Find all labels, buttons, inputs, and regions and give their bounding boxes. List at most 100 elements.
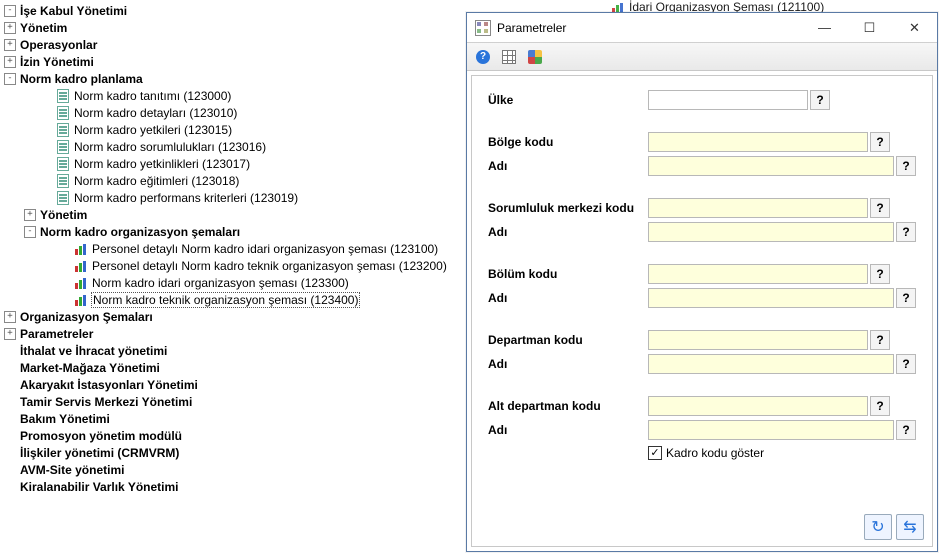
- resp-code-lookup-button[interactable]: ?: [870, 198, 890, 218]
- dept-name-input[interactable]: [648, 354, 894, 374]
- help-button[interactable]: [471, 46, 495, 68]
- tree-item-label: Bakım Yönetimi: [20, 412, 110, 426]
- tree-item-label: Norm kadro sorumlulukları (123016): [74, 140, 266, 154]
- tree-item-label: Tamir Servis Merkezi Yönetimi: [20, 395, 192, 409]
- tree-item-label: Norm kadro tanıtımı (123000): [74, 89, 231, 103]
- resp-code-input[interactable]: [648, 198, 868, 218]
- resp-name-lookup-button[interactable]: ?: [896, 222, 916, 242]
- chart-icon: [74, 259, 88, 273]
- dialog-title: Parametreler: [497, 21, 802, 35]
- tree-item-label: Norm kadro eğitimleri (123018): [74, 174, 239, 188]
- expander-placeholder: [4, 413, 16, 425]
- country-label: Ülke: [488, 93, 648, 107]
- tree-item-label: Yönetim: [40, 208, 87, 222]
- region-code-lookup-button[interactable]: ?: [870, 132, 890, 152]
- tree-item-label: AVM-Site yönetimi: [20, 463, 124, 477]
- expander-placeholder: [4, 396, 16, 408]
- section-name-input[interactable]: [648, 288, 894, 308]
- tree-item-label: Norm kadro yetkileri (123015): [74, 123, 232, 137]
- tree-item-label: Personel detaylı Norm kadro teknik organ…: [92, 259, 447, 273]
- expand-icon[interactable]: +: [4, 328, 16, 340]
- tree-item-label: Norm kadro idari organizasyon şeması (12…: [92, 276, 349, 290]
- dialog-toolbar: [467, 43, 937, 71]
- expand-icon[interactable]: +: [4, 39, 16, 51]
- run-icon: [528, 50, 542, 64]
- titlebar[interactable]: Parametreler — ☐ ✕: [467, 13, 937, 43]
- resp-name-input[interactable]: [648, 222, 894, 242]
- section-name-label: Adı: [488, 291, 648, 305]
- region-name-lookup-button[interactable]: ?: [896, 156, 916, 176]
- expander-placeholder: [4, 464, 16, 476]
- expander-placeholder: [40, 90, 52, 102]
- chart-icon: [74, 293, 88, 307]
- tree-item-label: Norm kadro teknik organizasyon şeması (1…: [92, 293, 359, 307]
- region-code-input[interactable]: [648, 132, 868, 152]
- tree-item-label: Akaryakıt İstasyonları Yönetimi: [20, 378, 198, 392]
- tree-item-label: Yönetim: [20, 21, 67, 35]
- help-icon: [476, 50, 490, 64]
- region-name-input[interactable]: [648, 156, 894, 176]
- show-code-checkbox[interactable]: ✓: [648, 446, 662, 460]
- expander-placeholder: [40, 141, 52, 153]
- expander-placeholder: [4, 481, 16, 493]
- tree-item-label: Organizasyon Şemaları: [20, 310, 153, 324]
- tree-item-label: Operasyonlar: [20, 38, 97, 52]
- tree-item-label: Kiralanabilir Varlık Yönetimi: [20, 480, 179, 494]
- section-code-input[interactable]: [648, 264, 868, 284]
- run-button[interactable]: [523, 46, 547, 68]
- expander-placeholder: [4, 379, 16, 391]
- section-name-lookup-button[interactable]: ?: [896, 288, 916, 308]
- document-icon: [56, 191, 70, 205]
- subdept-code-lookup-button[interactable]: ?: [870, 396, 890, 416]
- close-button[interactable]: ✕: [892, 13, 937, 42]
- region-code-label: Bölge kodu: [488, 135, 648, 149]
- document-icon: [56, 123, 70, 137]
- expander-placeholder: [40, 175, 52, 187]
- expand-icon[interactable]: +: [4, 22, 16, 34]
- subdept-code-input[interactable]: [648, 396, 868, 416]
- resp-code-label: Sorumluluk merkezi kodu: [488, 201, 648, 215]
- expander-placeholder: [4, 362, 16, 374]
- document-icon: [56, 174, 70, 188]
- subdept-name-lookup-button[interactable]: ?: [896, 420, 916, 440]
- section-code-lookup-button[interactable]: ?: [870, 264, 890, 284]
- tree-item-label: Norm kadro performans kriterleri (123019…: [74, 191, 298, 205]
- dept-code-lookup-button[interactable]: ?: [870, 330, 890, 350]
- dept-code-label: Departman kodu: [488, 333, 648, 347]
- tree-item-label: Norm kadro organizasyon şemaları: [40, 225, 240, 239]
- document-icon: [56, 157, 70, 171]
- app-icon: [475, 20, 491, 36]
- document-icon: [56, 106, 70, 120]
- form-area: Ülke ? Bölge kodu ? Adı ? Sorumluluk mer…: [471, 75, 933, 547]
- refresh-button[interactable]: ↻: [864, 514, 892, 540]
- document-icon: [56, 89, 70, 103]
- expander-placeholder: [58, 243, 70, 255]
- maximize-button[interactable]: ☐: [847, 13, 892, 42]
- expand-icon[interactable]: +: [24, 209, 36, 221]
- expander-placeholder: [40, 158, 52, 170]
- expander-placeholder: [58, 260, 70, 272]
- collapse-icon[interactable]: -: [24, 226, 36, 238]
- tree-item-label: İthalat ve İhracat yönetimi: [20, 344, 167, 358]
- apply-button[interactable]: ⇆: [896, 514, 924, 540]
- expander-placeholder: [4, 345, 16, 357]
- section-code-label: Bölüm kodu: [488, 267, 648, 281]
- tree-item-label: Norm kadro yetkinlikleri (123017): [74, 157, 250, 171]
- expander-placeholder: [4, 447, 16, 459]
- dept-code-input[interactable]: [648, 330, 868, 350]
- tree-item-label: Norm kadro planlama: [20, 72, 143, 86]
- collapse-icon[interactable]: -: [4, 5, 16, 17]
- chart-icon: [74, 242, 88, 256]
- expander-placeholder: [40, 124, 52, 136]
- country-input[interactable]: [648, 90, 808, 110]
- document-icon: [56, 140, 70, 154]
- expander-placeholder: [58, 294, 70, 306]
- collapse-icon[interactable]: -: [4, 73, 16, 85]
- dept-name-lookup-button[interactable]: ?: [896, 354, 916, 374]
- country-lookup-button[interactable]: ?: [810, 90, 830, 110]
- grid-button[interactable]: [497, 46, 521, 68]
- minimize-button[interactable]: —: [802, 13, 847, 42]
- expand-icon[interactable]: +: [4, 311, 16, 323]
- subdept-name-input[interactable]: [648, 420, 894, 440]
- expand-icon[interactable]: +: [4, 56, 16, 68]
